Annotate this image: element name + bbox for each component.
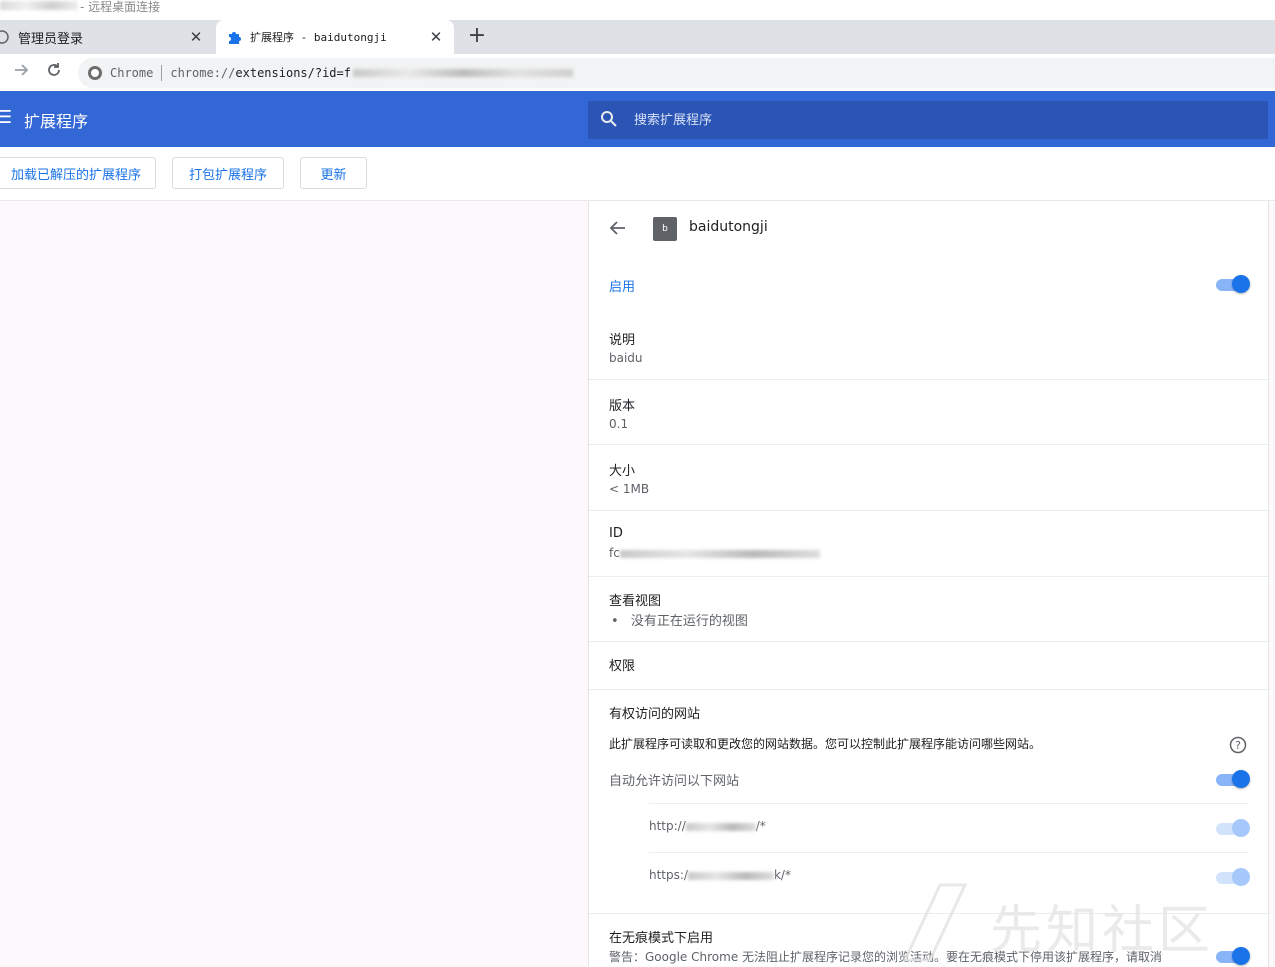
watermark-text: 先知社区 [990, 901, 1215, 961]
tab-close-icon[interactable]: ✕ [184, 28, 208, 46]
toggle-knob [1232, 275, 1250, 293]
watermark-logo: 先知社区 [900, 880, 1260, 967]
left-empty-pane [0, 201, 588, 967]
tab-label: 管理员登录 [18, 31, 84, 47]
views-value: 没有正在运行的视图 [630, 614, 748, 629]
incognito-label: 在无痕模式下启用 [609, 931, 714, 946]
id-value: fc [609, 546, 820, 560]
tab-label: 扩展程序 - baidutongji [250, 31, 387, 44]
redacted-id [619, 549, 820, 558]
extension-icon: b [653, 217, 677, 241]
tab-admin-login[interactable]: 管理员登录 ✕ [0, 20, 214, 54]
description-label: 说明 [609, 333, 636, 348]
size-value: < 1MB [609, 482, 650, 496]
site-1-prefix: http:// [649, 819, 686, 833]
description-row: 说明 baidu [589, 321, 1270, 379]
browser-toolbar: Chrome chrome:// extensions/?id=f [0, 54, 1275, 91]
redacted-site [685, 822, 756, 831]
developer-toolbar: 加载已解压的扩展程序 打包扩展程序 更新 [0, 147, 1275, 201]
views-row: 查看视图 • 没有正在运行的视图 [589, 577, 1270, 641]
window-title-suffix: - 远程桌面连接 [80, 0, 161, 14]
permissions-label: 权限 [609, 659, 636, 674]
size-label: 大小 [609, 464, 636, 479]
extensions-header: ☰ 扩展程序 [0, 91, 1275, 147]
search-icon [600, 110, 620, 130]
back-arrow-icon[interactable] [609, 219, 629, 239]
enabled-label: 启用 [609, 280, 636, 295]
extension-detail-panel: b baidutongji 启用 说明 baidu 版本 0.1 大小 < 1M… [588, 201, 1270, 967]
enabled-toggle[interactable] [1216, 275, 1250, 295]
site-1-toggle[interactable] [1216, 819, 1250, 839]
reload-icon[interactable] [42, 61, 66, 85]
divider [649, 803, 1249, 804]
size-row: 大小 < 1MB [589, 445, 1270, 510]
new-tab-button[interactable]: + [464, 24, 490, 50]
site-1-suffix: /* [755, 819, 766, 833]
site-access-description: 此扩展程序可读取和更改您的网站数据。您可以控制此扩展程序能访问哪些网站。 [609, 737, 1042, 751]
help-icon[interactable]: ? [1229, 736, 1247, 754]
chrome-icon [88, 66, 102, 80]
pack-extension-button[interactable]: 打包扩展程序 [172, 157, 284, 189]
url-path: extensions/?id=f [235, 66, 351, 80]
svg-text:?: ? [1235, 739, 1241, 752]
address-bar[interactable]: Chrome chrome:// extensions/?id=f [78, 58, 1275, 88]
search-box[interactable] [588, 101, 1268, 139]
site-2-prefix: https:/ [649, 868, 688, 882]
id-value-prefix: fc [609, 546, 620, 560]
permissions-row: 权限 [589, 642, 1270, 689]
globe-icon [0, 29, 10, 45]
toggle-knob [1232, 770, 1250, 788]
version-value: 0.1 [609, 417, 629, 431]
page-title: 扩展程序 [24, 112, 89, 131]
update-button[interactable]: 更新 [300, 157, 367, 189]
site-1: http:// /* [649, 819, 766, 833]
auto-allow-toggle[interactable] [1216, 770, 1250, 790]
puzzle-icon [226, 29, 242, 45]
bullet: • [611, 614, 619, 629]
tab-extensions[interactable]: 扩展程序 - baidutongji ✕ [216, 20, 454, 54]
url-scheme: chrome:// [170, 66, 236, 80]
description-value: baidu [609, 351, 643, 365]
redacted-site [687, 871, 774, 880]
load-unpacked-button[interactable]: 加载已解压的扩展程序 [0, 157, 156, 189]
site-access-section: 有权访问的网站 此扩展程序可读取和更改您的网站数据。您可以控制此扩展程序能访问哪… [589, 690, 1270, 910]
site-access-label: 有权访问的网站 [609, 707, 701, 722]
id-row: ID fc [589, 511, 1270, 576]
tab-close-icon[interactable]: ✕ [424, 28, 448, 46]
divider [649, 852, 1249, 853]
window-title-bar: - 远程桌面连接 [0, 0, 1275, 20]
site-2: https:/ k/* [649, 868, 791, 882]
site-2-suffix: k/* [773, 868, 791, 882]
search-input[interactable] [634, 112, 1234, 128]
extension-name: baidutongji [689, 219, 768, 235]
auto-allow-label: 自动允许访问以下网站 [609, 774, 740, 789]
watermark-glyph-icon [902, 883, 968, 962]
views-label: 查看视图 [609, 594, 662, 609]
detail-header: b baidutongji [589, 201, 1270, 259]
toggle-knob [1232, 819, 1250, 837]
hamburger-menu-icon[interactable]: ☰ [0, 108, 14, 128]
enabled-row: 启用 [589, 259, 1270, 321]
forward-icon[interactable] [10, 61, 34, 85]
redacted-url [352, 69, 573, 77]
chrome-chip-label: Chrome [110, 66, 154, 80]
redacted-window-title [0, 1, 78, 10]
version-label: 版本 [609, 399, 636, 414]
version-row: 版本 0.1 [589, 380, 1270, 444]
id-label: ID [609, 526, 623, 541]
views-list: • 没有正在运行的视图 [611, 610, 748, 629]
tab-strip: 管理员登录 ✕ 扩展程序 - baidutongji ✕ + [0, 20, 1275, 54]
omnibox-separator [161, 65, 163, 81]
